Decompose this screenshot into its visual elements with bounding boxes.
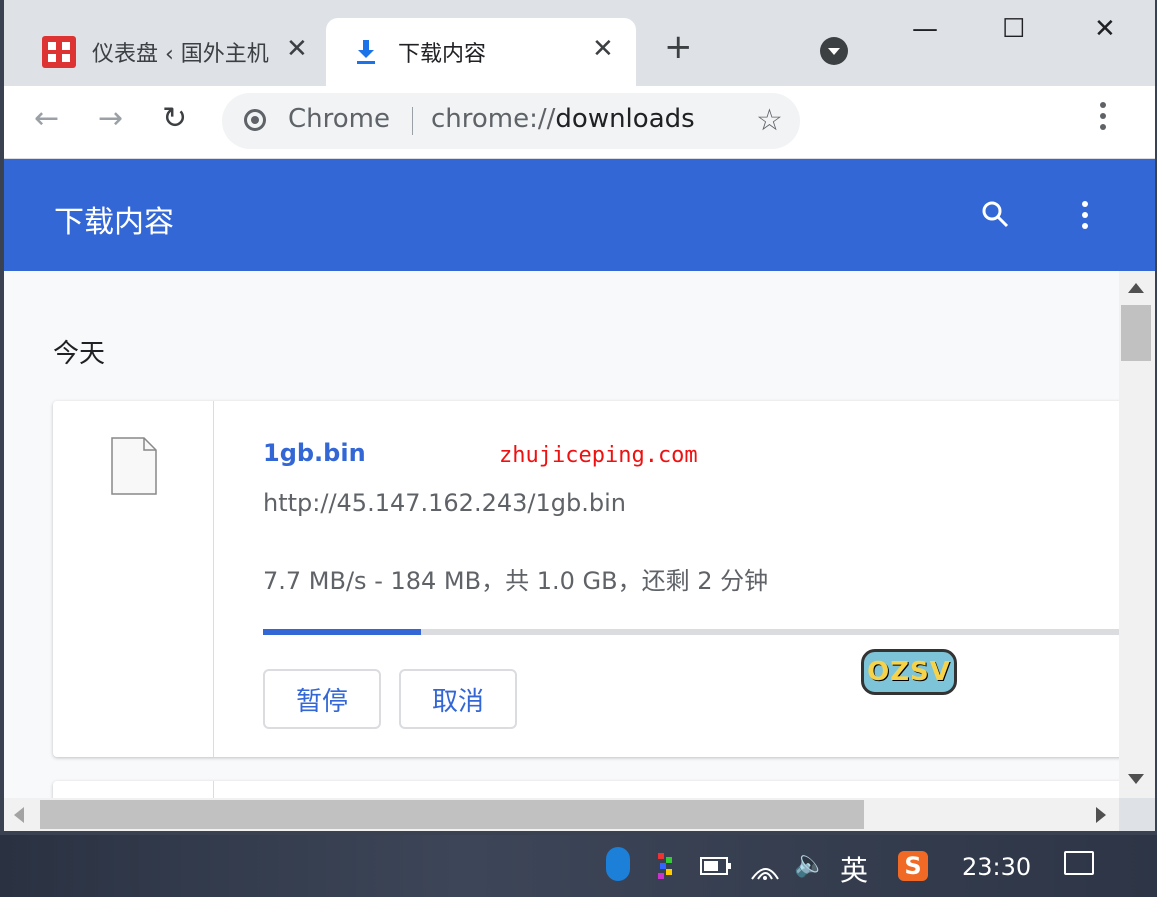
taskbar-clock[interactable]: 23:30	[962, 853, 1031, 881]
address-url[interactable]: chrome://downloads	[431, 104, 695, 134]
download-item: 1gb.bin zhujiceping.com http://45.147.16…	[53, 401, 1119, 757]
watermark-text: zhujiceping.com	[499, 443, 698, 468]
scroll-right-arrow-icon[interactable]	[1096, 807, 1106, 823]
tab-search-icon[interactable]	[820, 37, 848, 65]
address-separator	[412, 107, 413, 135]
progress-fill	[263, 629, 422, 635]
address-chip: Chrome	[288, 104, 390, 134]
address-bar[interactable]: Chrome chrome://downloads ☆	[222, 93, 800, 149]
taskbar: 🔈 英 S 23:30	[0, 835, 1157, 897]
download-icon	[357, 40, 375, 64]
bookmark-star-icon[interactable]: ☆	[756, 103, 783, 138]
minimize-button[interactable]: —	[912, 14, 938, 44]
url-host: downloads	[555, 104, 695, 134]
tab-title: 仪表盘 ‹ 国外主机	[92, 42, 269, 67]
vertical-scroll-thumb[interactable]	[1121, 305, 1151, 361]
site-favicon-icon	[42, 36, 76, 68]
wifi-icon[interactable]	[750, 853, 780, 881]
tab-strip: 仪表盘 ‹ 国外主机 ✕ 下载内容 ✕ + — ☐ ✕	[4, 0, 1155, 86]
download-progress-bar	[263, 629, 1119, 635]
new-tab-button[interactable]: +	[664, 30, 693, 64]
file-name-link[interactable]: 1gb.bin	[263, 439, 366, 467]
file-url-link[interactable]: http://45.147.162.243/1gb.bin	[263, 489, 626, 517]
downloads-menu-button[interactable]	[1082, 201, 1090, 234]
bluetooth-icon[interactable]	[606, 847, 630, 881]
date-header: 今天	[53, 339, 106, 369]
card-divider	[213, 781, 214, 798]
tab-title: 下载内容	[398, 42, 487, 67]
horizontal-scroll-thumb[interactable]	[40, 800, 864, 829]
tab-close-icon[interactable]: ✕	[592, 34, 614, 64]
tab-dashboard[interactable]: 仪表盘 ‹ 国外主机 ✕	[4, 18, 326, 86]
forward-button[interactable]: →	[98, 104, 123, 134]
maximize-button[interactable]: ☐	[1002, 14, 1025, 44]
url-scheme: chrome://	[431, 104, 556, 134]
tab-downloads[interactable]: 下载内容 ✕	[326, 18, 636, 86]
tab-close-icon[interactable]: ✕	[286, 34, 308, 64]
browser-window: 仪表盘 ‹ 国外主机 ✕ 下载内容 ✕ + — ☐ ✕ ← → ↻ Chrome…	[4, 0, 1155, 831]
watermark-logo: OZSV	[861, 649, 957, 695]
sogou-ime-icon[interactable]: S	[898, 851, 928, 881]
ime-language-indicator[interactable]: 英	[840, 849, 868, 889]
cancel-button[interactable]: 取消	[399, 669, 517, 729]
colorful-app-icon[interactable]	[658, 853, 674, 879]
download-item-partial	[53, 781, 1119, 798]
downloads-header: 下载内容	[4, 159, 1155, 271]
download-status: 7.7 MB/s - 184 MB，共 1.0 GB，还剩 2 分钟	[263, 567, 769, 595]
page-title: 下载内容	[54, 205, 174, 240]
search-icon[interactable]	[980, 199, 1010, 229]
chrome-icon	[244, 109, 266, 131]
volume-icon[interactable]: 🔈	[794, 849, 826, 879]
horizontal-scrollbar[interactable]	[4, 798, 1119, 831]
reload-button[interactable]: ↻	[162, 104, 187, 134]
toolbar: ← → ↻ Chrome chrome://downloads ☆	[4, 86, 1155, 159]
scroll-up-arrow-icon[interactable]	[1128, 283, 1144, 293]
notification-center-icon[interactable]	[1064, 851, 1094, 875]
vertical-scrollbar[interactable]	[1119, 271, 1155, 798]
browser-menu-button[interactable]	[1100, 102, 1108, 135]
battery-icon[interactable]	[700, 857, 732, 875]
close-window-button[interactable]: ✕	[1094, 14, 1116, 44]
downloads-list: 今天 1gb.bin zhujiceping.com http://45.147…	[4, 271, 1119, 798]
file-icon	[111, 437, 157, 495]
card-divider	[213, 401, 214, 757]
back-button[interactable]: ←	[34, 104, 59, 134]
pause-button[interactable]: 暂停	[263, 669, 381, 729]
scroll-down-arrow-icon[interactable]	[1128, 774, 1144, 784]
scroll-left-arrow-icon[interactable]	[14, 807, 24, 823]
